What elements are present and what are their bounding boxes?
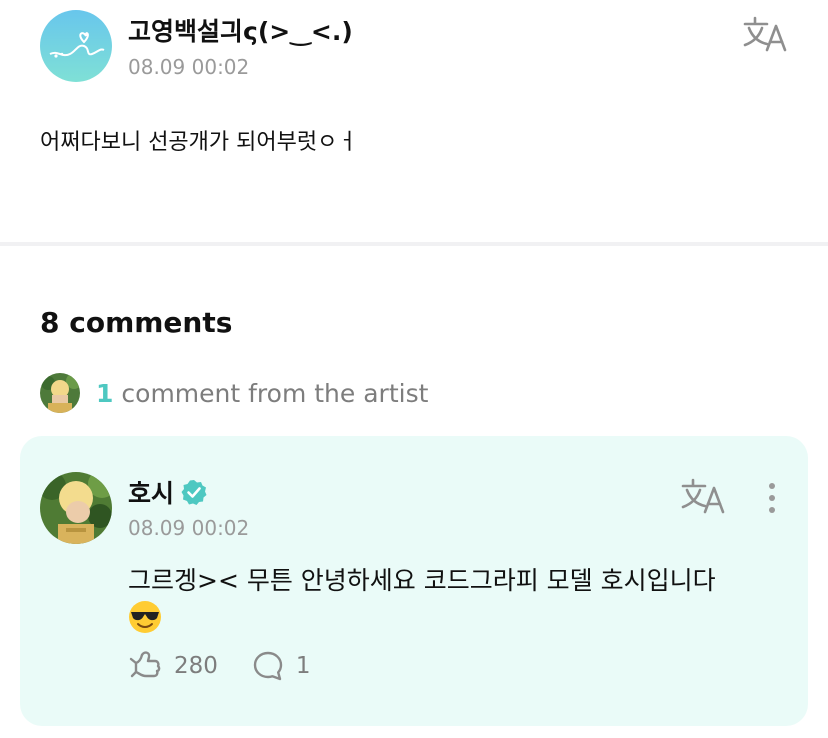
verified-badge-icon	[180, 478, 208, 506]
artist-comment-label: comment from the artist	[121, 378, 429, 408]
artist-mini-avatar	[40, 373, 80, 413]
comment-body-text: 그르겡>< 무튼 안녕하세요 코드그라피 모델 호시입니다	[128, 566, 716, 595]
like-icon	[129, 651, 161, 678]
avatar-image	[40, 10, 112, 82]
translate-icon	[681, 478, 725, 514]
comment-body: 그르겡>< 무튼 안녕하세요 코드그라피 모델 호시입니다	[128, 562, 788, 645]
comment-timestamp: 08.09 00:02	[128, 516, 250, 540]
comment-author-name[interactable]: 호시	[128, 474, 208, 510]
artist-comment-card: 호시 08.09 00:02 그르겡>< 무튼 안녕하세요 코드그라피 모델 호…	[20, 436, 808, 726]
more-vertical-icon-dot	[769, 495, 775, 501]
translate-icon	[743, 16, 787, 52]
more-vertical-icon-dot	[769, 507, 775, 513]
like-button[interactable]: 280	[128, 649, 218, 683]
comment-actions: 280 1	[128, 646, 345, 686]
comment-author-label: 호시	[128, 479, 175, 508]
comment-icon	[253, 651, 283, 681]
post-author-avatar[interactable]	[40, 10, 112, 82]
more-vertical-icon	[769, 483, 775, 489]
post-author-name[interactable]: 고영백설긔ς(>‿<.)	[128, 12, 353, 48]
reply-count: 1	[295, 653, 311, 679]
comment-author-avatar[interactable]	[40, 472, 112, 544]
sunglasses-emoji-icon	[128, 600, 162, 645]
more-options-button[interactable]	[758, 478, 786, 518]
translate-button[interactable]	[742, 14, 790, 54]
comments-count-heading: 8 comments	[40, 306, 233, 339]
artist-comment-count: 1	[96, 378, 114, 408]
post-body-text: 어쩌다보니 선공개가 되어부럿ㅇㅓ	[40, 130, 358, 155]
section-divider	[0, 242, 828, 246]
post-timestamp: 08.09 00:02	[128, 55, 250, 79]
artist-comments-filter[interactable]: 1 comment from the artist	[40, 372, 428, 414]
like-count: 280	[174, 653, 218, 679]
reply-button[interactable]: 1	[252, 650, 311, 682]
comment-translate-button[interactable]	[680, 476, 728, 516]
